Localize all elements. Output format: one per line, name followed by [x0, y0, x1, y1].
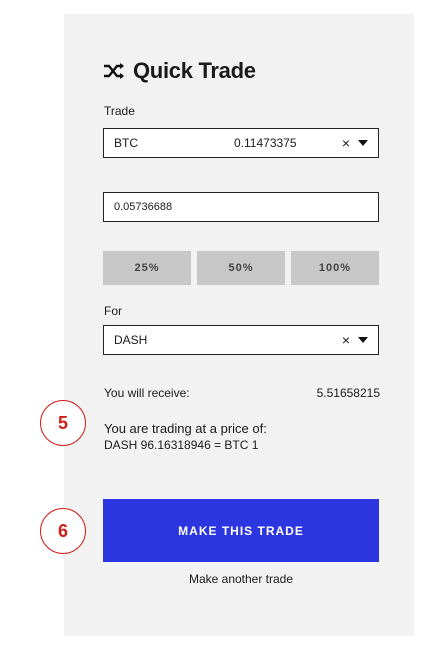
trade-balance: 0.11473375 — [234, 136, 297, 150]
make-trade-button[interactable]: MAKE THIS TRADE — [103, 499, 379, 562]
for-currency-value: DASH — [114, 333, 148, 347]
clear-icon[interactable]: × — [342, 333, 350, 347]
receive-value: 5.51658215 — [316, 386, 380, 400]
price-value: DASH 96.16318946 = BTC 1 — [104, 438, 259, 452]
for-currency-select[interactable]: DASH × — [103, 325, 379, 355]
shuffle-icon — [103, 63, 125, 79]
price-label: You are trading at a price of: — [104, 421, 267, 436]
trade-label: Trade — [104, 104, 135, 118]
page-title-text: Quick Trade — [133, 58, 256, 83]
clear-icon[interactable]: × — [342, 136, 350, 150]
trade-amount-input[interactable] — [103, 192, 379, 222]
receive-label: You will receive: — [104, 386, 190, 400]
step-5-marker: 5 — [40, 400, 86, 446]
trade-currency-select[interactable]: BTC 0.11473375 × — [103, 128, 379, 158]
percent-25-button[interactable]: 25% — [103, 251, 191, 285]
make-another-trade-link[interactable]: Make another trade — [103, 572, 379, 586]
chevron-down-icon[interactable] — [358, 337, 368, 343]
step-6-marker: 6 — [40, 508, 86, 554]
receive-row: You will receive: 5.51658215 — [104, 386, 380, 400]
percent-100-button[interactable]: 100% — [291, 251, 379, 285]
chevron-down-icon[interactable] — [358, 140, 368, 146]
for-label: For — [104, 304, 122, 318]
trade-currency-value: BTC — [114, 136, 138, 150]
percent-50-button[interactable]: 50% — [197, 251, 285, 285]
page-title: Quick Trade — [103, 58, 256, 84]
